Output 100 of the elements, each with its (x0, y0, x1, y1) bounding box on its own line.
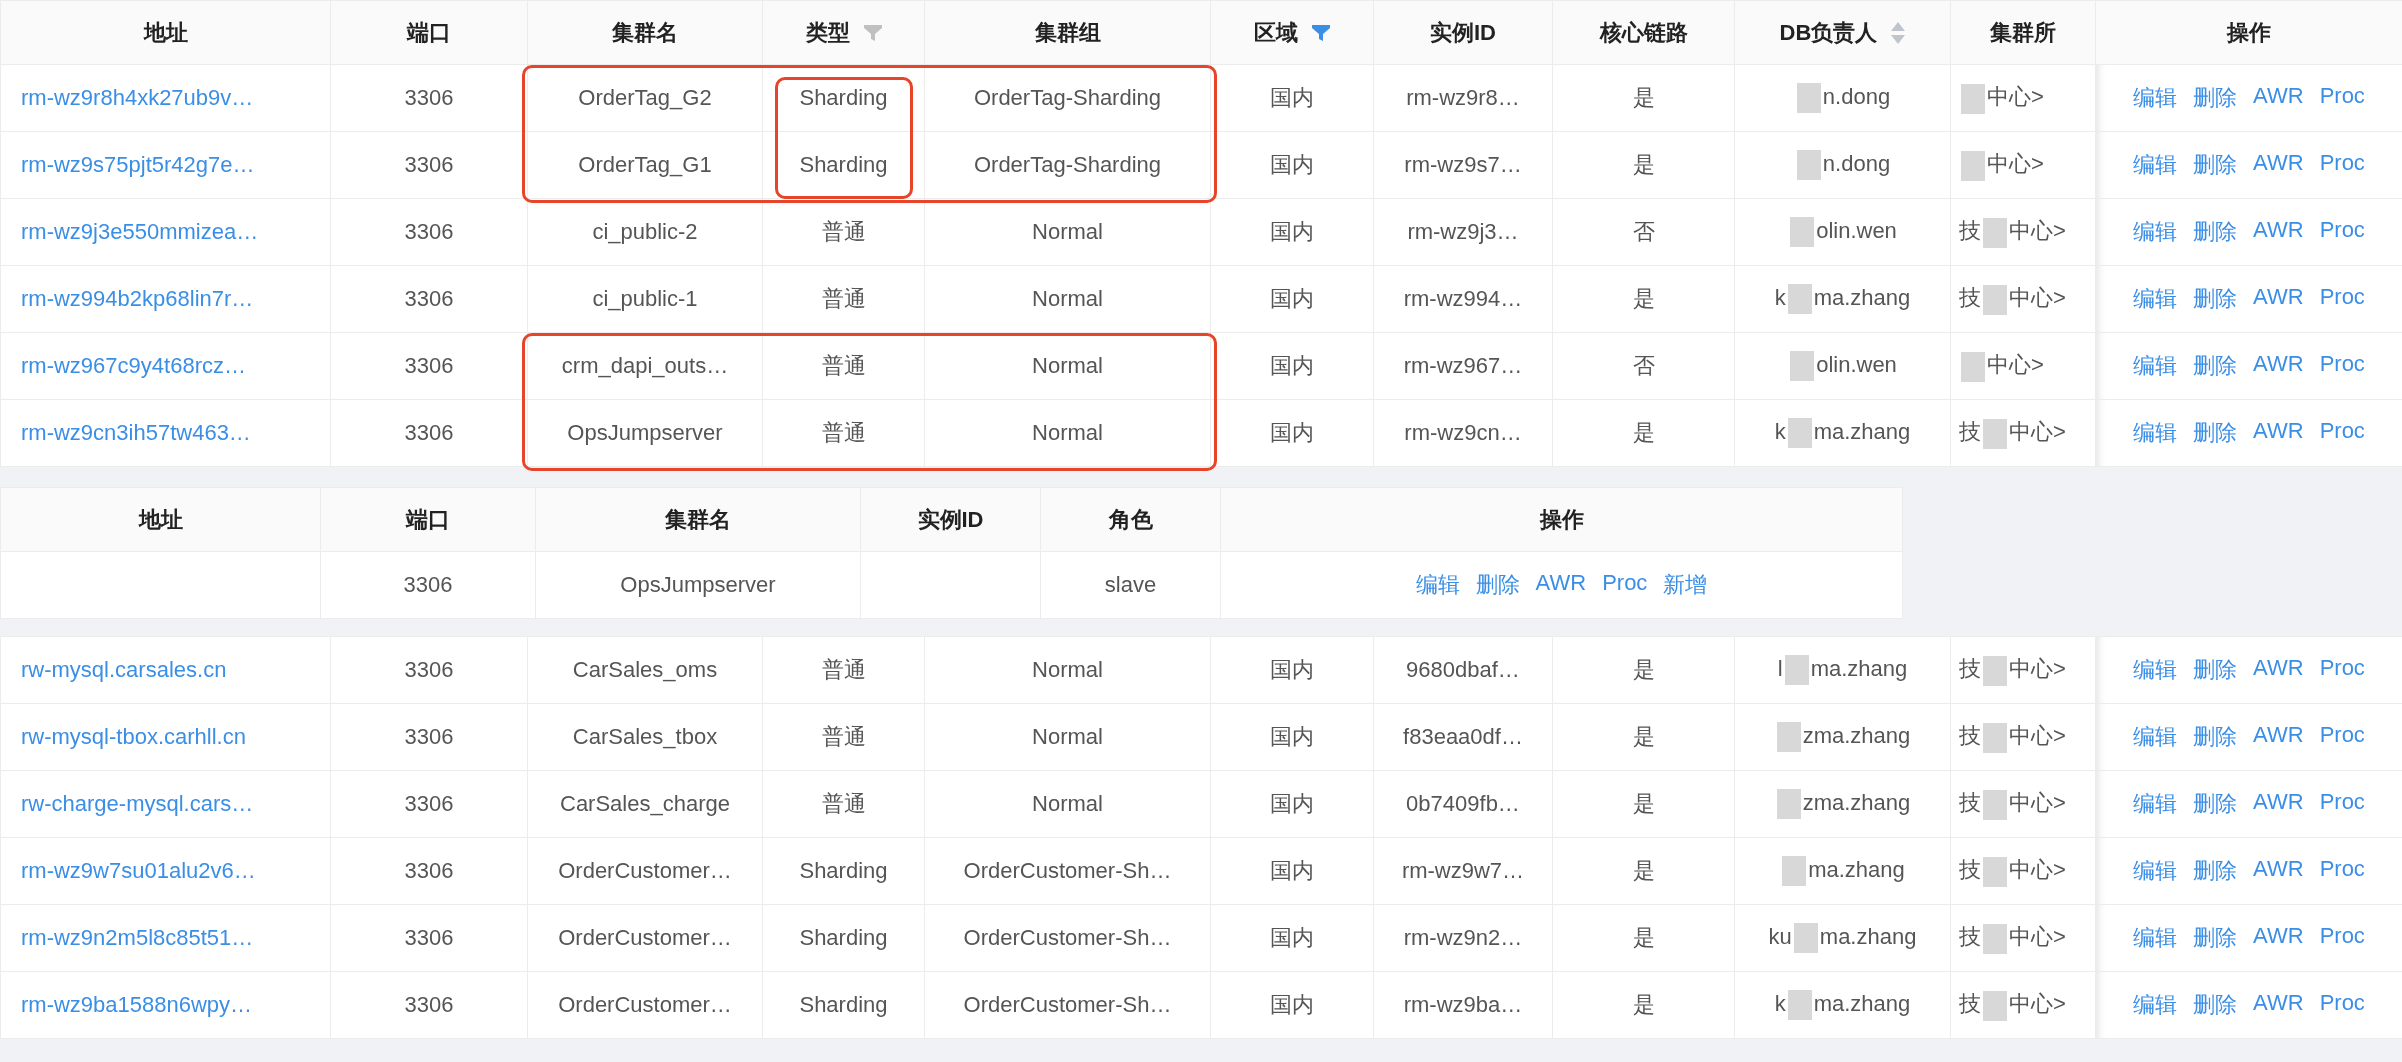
department-text: 中心> (2009, 924, 2066, 950)
column-header: 核心链路 (1599, 18, 1688, 47)
action-link[interactable]: AWR (2253, 418, 2304, 448)
action-link[interactable]: Proc (2319, 351, 2365, 381)
action-link[interactable]: 编辑 (2133, 217, 2178, 247)
action-link[interactable]: 删除 (2193, 217, 2238, 247)
action-link[interactable]: 新增 (1663, 570, 1708, 600)
department-text: 中心> (2009, 656, 2066, 682)
action-link[interactable]: 删除 (2193, 722, 2238, 752)
action-link[interactable]: 删除 (2193, 923, 2238, 953)
action-link[interactable]: Proc (2319, 217, 2365, 247)
action-link[interactable]: Proc (2319, 990, 2365, 1020)
redaction-mark (1961, 150, 1985, 181)
owner-text: k (1774, 990, 1786, 1016)
table-cell-text: 3306 (404, 420, 454, 445)
redaction-mark (1983, 990, 2007, 1021)
action-link[interactable]: 删除 (2193, 655, 2238, 685)
redaction-mark (1787, 284, 1812, 314)
action-link[interactable]: AWR (2253, 351, 2304, 381)
department-text: 中心> (2009, 419, 2066, 445)
table-cell-text: rm-wz967… (1403, 353, 1523, 378)
action-link[interactable]: 编辑 (2133, 789, 2178, 819)
action-link[interactable]: Proc (2319, 284, 2365, 314)
action-link[interactable]: Proc (2319, 923, 2365, 953)
action-link[interactable]: 删除 (2193, 856, 2238, 886)
action-link[interactable]: AWR (2253, 217, 2304, 247)
action-link[interactable]: Proc (2319, 789, 2365, 819)
owner-text: olin.wen (1816, 351, 1897, 377)
sort-icon[interactable] (1891, 21, 1906, 44)
department-text: 技 (1959, 723, 1981, 749)
redaction-mark (1796, 83, 1821, 113)
redaction-mark (1983, 923, 2007, 954)
action-link[interactable]: 编辑 (2133, 722, 2178, 752)
action-link[interactable]: AWR (2253, 150, 2304, 180)
table-cell-text: OrderCustomer… (558, 992, 732, 1017)
action-link[interactable]: 删除 (2193, 351, 2238, 381)
action-link[interactable]: 编辑 (2133, 655, 2178, 685)
table-cell-text: crm_dapi_outs… (561, 353, 729, 378)
table-cell-text: 否 (1632, 353, 1655, 378)
table-cell-text: CarSales_charge (560, 791, 730, 816)
action-link[interactable]: Proc (1602, 570, 1648, 600)
action-link[interactable]: Proc (2319, 150, 2365, 180)
action-link[interactable]: AWR (2253, 722, 2304, 752)
table-cell-text: 是 (1632, 657, 1655, 682)
action-link[interactable]: 删除 (2193, 418, 2238, 448)
action-link[interactable]: 删除 (2193, 990, 2238, 1020)
action-link[interactable]: Proc (2319, 83, 2365, 113)
redaction-mark (1983, 789, 2007, 820)
action-link[interactable]: 删除 (2193, 284, 2238, 314)
action-link[interactable]: 编辑 (2133, 418, 2178, 448)
action-link[interactable]: AWR (2253, 655, 2304, 685)
action-link[interactable]: AWR (2253, 923, 2304, 953)
action-link[interactable]: AWR (2253, 83, 2304, 113)
action-link[interactable]: AWR (2253, 990, 2304, 1020)
action-link[interactable]: AWR (2253, 789, 2304, 819)
action-link[interactable]: 编辑 (2133, 990, 2178, 1020)
redaction-mark (1983, 217, 2007, 248)
action-link[interactable]: Proc (2319, 655, 2365, 685)
owner-text: ku (1768, 923, 1792, 949)
table-cell-text: 国内 (1270, 85, 1314, 110)
table-cell-text: Normal (1032, 353, 1103, 378)
table-cell-text: f83eaa0df… (1403, 724, 1523, 749)
action-link[interactable]: AWR (2253, 856, 2304, 886)
table-cell-text: 国内 (1270, 657, 1314, 682)
action-link[interactable]: 编辑 (2133, 923, 2178, 953)
filter-icon[interactable] (863, 24, 882, 41)
filter-icon[interactable] (1312, 24, 1330, 41)
action-link[interactable]: Proc (2319, 722, 2365, 752)
owner-text: zma.zhang (1802, 722, 1911, 748)
table-cell-text: 国内 (1270, 286, 1314, 311)
table-cell-text: 国内 (1270, 219, 1314, 244)
table-cell-text: OpsJumpserver (620, 572, 776, 597)
action-link[interactable]: AWR (2253, 284, 2304, 314)
action-link[interactable]: 编辑 (2133, 83, 2178, 113)
redaction-mark (1983, 418, 2007, 449)
table-cell-text: OrderCustomer… (558, 858, 732, 883)
action-link[interactable]: AWR (1535, 570, 1587, 600)
action-link[interactable]: 编辑 (2133, 856, 2178, 886)
table-cell-text: 国内 (1270, 152, 1314, 177)
action-link[interactable]: 删除 (1475, 570, 1520, 600)
department-text: 中心> (1987, 151, 2044, 177)
column-header: 端口 (407, 18, 451, 47)
table-cell-text: rm-wz9w7… (1401, 858, 1525, 883)
action-link[interactable]: 删除 (2193, 789, 2238, 819)
action-link[interactable]: 编辑 (2133, 351, 2178, 381)
action-link[interactable]: 编辑 (2133, 284, 2178, 314)
table-cell-text: rm-wz9j3… (1407, 219, 1519, 244)
action-link[interactable]: Proc (2319, 418, 2365, 448)
owner-text: ma.zhang (1813, 284, 1911, 310)
table-cell-text: 普通 (821, 219, 866, 244)
action-link[interactable]: Proc (2319, 856, 2365, 886)
table-cell-text: 3306 (404, 657, 454, 682)
table-cell-text: OrderTag_G2 (578, 85, 712, 110)
table-cell-text: rm-wz994… (1403, 286, 1523, 311)
action-link[interactable]: 编辑 (2133, 150, 2178, 180)
action-link[interactable]: 删除 (2193, 83, 2238, 113)
table-cell-text: 3306 (404, 152, 454, 177)
action-link[interactable]: 删除 (2193, 150, 2238, 180)
table-cell-text: Normal (1032, 286, 1103, 311)
action-link[interactable]: 编辑 (1415, 570, 1460, 600)
